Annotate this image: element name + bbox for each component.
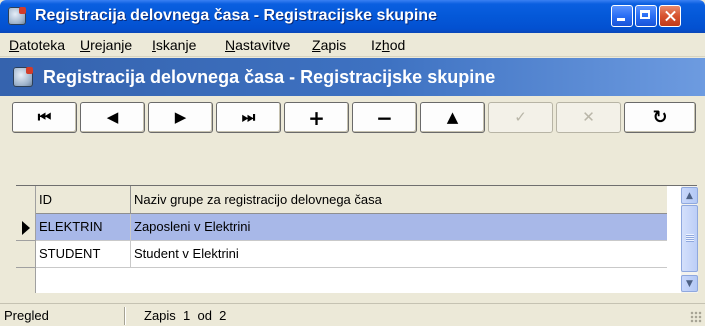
chevron-down-icon: ▼ [686, 278, 693, 289]
cancel-edit-button[interactable]: ✕ [556, 102, 621, 133]
menu-bar: Datoteka Urejanje Iskanje Nastavitve Zap… [0, 33, 705, 57]
cell-id[interactable]: STUDENT [36, 241, 131, 267]
prior-record-button[interactable]: ◀ [80, 102, 145, 133]
minimize-button[interactable] [611, 5, 633, 27]
refresh-button[interactable]: ↻ [624, 102, 696, 133]
edit-icon: ▲ [446, 108, 459, 126]
table-row[interactable]: STUDENT Student v Elektrini [36, 241, 667, 268]
minus-icon: − [376, 105, 393, 130]
header-banner: Registracija delovnega časa - Registraci… [0, 58, 705, 96]
row-indicator [16, 241, 36, 268]
window-title: Registracija delovnega časa - Registraci… [35, 7, 437, 24]
scroll-down-button[interactable]: ▼ [681, 275, 698, 292]
first-icon: ⏮ [37, 108, 52, 126]
cancel-icon: ✕ [582, 108, 595, 126]
grid-header: ID Naziv grupe za registracijo delovnega… [36, 186, 667, 214]
title-bar[interactable]: Registracija delovnega časa - Registraci… [0, 0, 705, 33]
banner-app-icon [13, 67, 33, 87]
refresh-icon: ↻ [652, 106, 668, 128]
menu-datoteka[interactable]: Datoteka [9, 36, 65, 54]
cell-name[interactable]: Zaposleni v Elektrini [131, 214, 667, 240]
status-bar: Pregled Zapis 1 od 2 [0, 303, 705, 326]
first-record-button[interactable]: ⏮ [12, 102, 77, 133]
vertical-scrollbar[interactable]: ▲ ▼ [681, 186, 698, 293]
menu-nastavitve[interactable]: Nastavitve [225, 36, 290, 54]
status-record-position: Zapis 1 od 2 [144, 308, 227, 323]
row-indicator [16, 214, 36, 241]
scrollbar-thumb[interactable] [681, 205, 698, 272]
maximize-button[interactable] [635, 5, 657, 27]
application-window: Registracija delovnega časa - Registraci… [0, 0, 705, 326]
last-record-button[interactable]: ⏭ [216, 102, 281, 133]
current-row-arrow-icon [22, 221, 30, 235]
column-header-name[interactable]: Naziv grupe za registracijo delovnega ča… [131, 186, 667, 213]
record-navigator: ⏮ ◀ ▶ ⏭ + − ▲ ✓ ✕ ↻ [0, 96, 705, 139]
column-header-id[interactable]: ID [36, 186, 131, 213]
post-record-button[interactable]: ✓ [488, 102, 553, 133]
menu-izhod[interactable]: Izhod [371, 36, 405, 54]
edit-record-button[interactable]: ▲ [420, 102, 485, 133]
app-icon[interactable] [8, 7, 26, 25]
menu-zapis[interactable]: Zapis [312, 36, 346, 54]
status-mode: Pregled [4, 308, 49, 323]
resize-grip-icon[interactable] [690, 311, 702, 323]
chevron-up-icon: ▲ [686, 190, 693, 201]
banner-title: Registracija delovnega časa - Registraci… [43, 67, 496, 87]
menu-iskanje[interactable]: Iskanje [152, 36, 196, 54]
status-divider [124, 307, 125, 325]
insert-record-button[interactable]: + [284, 102, 349, 133]
cell-id[interactable]: ELEKTRIN [36, 214, 131, 240]
delete-record-button[interactable]: − [352, 102, 417, 133]
prior-icon: ◀ [106, 108, 119, 126]
plus-icon: + [308, 105, 325, 130]
last-icon: ⏭ [241, 108, 256, 126]
scroll-up-button[interactable]: ▲ [681, 187, 698, 204]
menu-urejanje[interactable]: Urejanje [80, 36, 132, 54]
close-button[interactable] [659, 5, 681, 27]
table-row[interactable]: ELEKTRIN Zaposleni v Elektrini [36, 214, 667, 241]
next-record-button[interactable]: ▶ [148, 102, 213, 133]
checkmark-icon: ✓ [514, 108, 527, 126]
cell-name[interactable]: Student v Elektrini [131, 241, 667, 267]
next-icon: ▶ [174, 108, 187, 126]
